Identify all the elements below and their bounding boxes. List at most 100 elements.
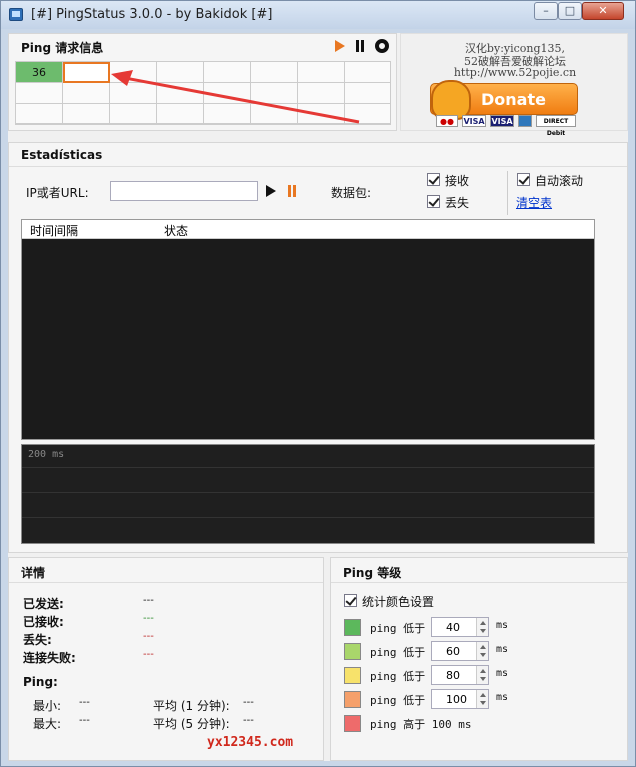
gear-icon[interactable] bbox=[375, 39, 389, 53]
avg5-label: 平均 (5 分钟): bbox=[153, 717, 230, 731]
divider bbox=[9, 582, 323, 583]
divider bbox=[9, 166, 627, 167]
spin-arrows-icon[interactable] bbox=[476, 690, 488, 708]
level-unit: ms bbox=[496, 668, 509, 679]
level-unit: ms bbox=[496, 620, 509, 631]
window-title: [#] PingStatus 3.0.0 - by Bakidok [#] bbox=[31, 7, 273, 22]
ping-cell bbox=[16, 83, 63, 104]
ip-label: IP或者URL: bbox=[26, 186, 89, 200]
column-header-status[interactable]: 状态 bbox=[164, 222, 188, 239]
color-setting-checkbox[interactable] bbox=[344, 594, 357, 607]
min-label: 最小: bbox=[33, 699, 62, 713]
annotation-arrow bbox=[111, 70, 360, 124]
level-color-swatch[interactable] bbox=[344, 667, 361, 684]
received-value: --- bbox=[143, 613, 154, 624]
ping-levels-title: Ping 等级 bbox=[343, 566, 402, 580]
level-threshold-stepper[interactable]: 100 bbox=[431, 689, 489, 709]
level-label: ping 低于 bbox=[370, 694, 426, 707]
level-label: ping 低于 bbox=[370, 622, 426, 635]
receive-label: 接收 bbox=[445, 174, 470, 188]
close-button[interactable]: ✕ bbox=[582, 2, 624, 20]
level-threshold-stepper[interactable]: 80 bbox=[431, 665, 489, 685]
divider bbox=[331, 582, 627, 583]
amex-card-icon bbox=[518, 115, 532, 127]
spin-arrows-icon[interactable] bbox=[476, 618, 488, 636]
direct-debit-card-icon: DIRECT Debit bbox=[536, 115, 576, 137]
level-threshold-value: 80 bbox=[446, 669, 460, 682]
donate-label: Donate bbox=[481, 90, 546, 109]
donate-button[interactable]: Donate bbox=[430, 80, 578, 120]
level-color-swatch[interactable] bbox=[344, 619, 361, 636]
play-icon[interactable] bbox=[335, 40, 345, 52]
ping-cell-current bbox=[63, 62, 110, 83]
level-unit: ms bbox=[496, 692, 509, 703]
level-label: ping 低于 bbox=[370, 646, 426, 659]
sent-label: 已发送: bbox=[23, 597, 64, 611]
divider bbox=[507, 171, 508, 215]
graph-gridline bbox=[22, 467, 594, 468]
credit-url[interactable]: http://www.52pojie.cn bbox=[415, 66, 615, 79]
log-table[interactable]: 时间间隔 状态 bbox=[21, 219, 595, 440]
payment-cards: ●● VISA VISA DIRECT Debit bbox=[436, 115, 576, 137]
level-threshold-value: 60 bbox=[446, 645, 460, 658]
minimize-button[interactable]: – bbox=[534, 2, 558, 20]
lost-checkbox[interactable] bbox=[427, 195, 440, 208]
stats-title: Estadísticas bbox=[21, 148, 103, 162]
level-label: ping 低于 bbox=[370, 670, 426, 683]
spin-arrows-icon[interactable] bbox=[476, 642, 488, 660]
level-color-swatch[interactable] bbox=[344, 691, 361, 708]
level-threshold-value: 100 bbox=[446, 693, 467, 706]
avg1-label: 平均 (1 分钟): bbox=[153, 699, 230, 713]
spin-arrows-icon[interactable] bbox=[476, 666, 488, 684]
max-label: 最大: bbox=[33, 717, 62, 731]
app-icon bbox=[9, 8, 23, 21]
thumbs-up-icon bbox=[431, 80, 471, 120]
failed-value: --- bbox=[143, 649, 154, 660]
level-threshold-value: 40 bbox=[446, 621, 460, 634]
ip-input[interactable] bbox=[110, 181, 258, 201]
ping-info-panel: Ping 请求信息 36 bbox=[8, 33, 397, 131]
pause-ping-icon[interactable] bbox=[287, 185, 297, 197]
title-bar[interactable]: [#] PingStatus 3.0.0 - by Bakidok [#] – … bbox=[1, 1, 635, 29]
maestro-card-icon: ●● bbox=[436, 115, 458, 127]
sent-value: --- bbox=[143, 595, 154, 606]
packets-label: 数据包: bbox=[331, 186, 372, 200]
level-color-swatch-high[interactable] bbox=[344, 715, 361, 732]
log-header: 时间间隔 状态 bbox=[22, 220, 594, 239]
lost-count-label: 丢失: bbox=[23, 633, 52, 647]
watermark: yx12345.com bbox=[207, 735, 294, 750]
level-color-swatch[interactable] bbox=[344, 643, 361, 660]
graph-scale-label: 200 ms bbox=[28, 449, 65, 460]
ping-info-title: Ping 请求信息 bbox=[21, 41, 104, 55]
clear-table-link[interactable]: 清空表 bbox=[516, 194, 552, 211]
level-unit: ms bbox=[496, 644, 509, 655]
app-window: [#] PingStatus 3.0.0 - by Bakidok [#] – … bbox=[0, 0, 636, 767]
level-threshold-stepper[interactable]: 60 bbox=[431, 641, 489, 661]
level-threshold-stepper[interactable]: 40 bbox=[431, 617, 489, 637]
pause-icon[interactable] bbox=[355, 40, 365, 52]
avg5-value: --- bbox=[243, 715, 254, 726]
ping-levels-panel: Ping 等级 统计颜色设置 ping 低于 40 ms ping 低于 60 … bbox=[330, 557, 628, 761]
graph-gridline bbox=[22, 517, 594, 518]
column-header-interval[interactable]: 时间间隔 bbox=[30, 222, 78, 239]
details-title: 详情 bbox=[21, 566, 46, 580]
visa-card-icon: VISA bbox=[490, 115, 514, 127]
details-panel: 详情 已发送: --- 已接收: --- 丢失: --- 连接失败: --- P… bbox=[8, 557, 324, 761]
graph-gridline bbox=[22, 492, 594, 493]
receive-checkbox[interactable] bbox=[427, 173, 440, 186]
ping-graph: 200 ms bbox=[21, 444, 595, 544]
ping-cell: 36 bbox=[16, 62, 63, 83]
maximize-button[interactable]: □ bbox=[558, 2, 582, 20]
ping-cell bbox=[16, 104, 63, 124]
ping-cell bbox=[63, 83, 110, 104]
autoscroll-label: 自动滚动 bbox=[535, 174, 584, 188]
start-ping-icon[interactable] bbox=[266, 185, 276, 197]
color-setting-label: 统计颜色设置 bbox=[362, 595, 435, 609]
level-label-high: ping 高于 100 ms bbox=[370, 718, 472, 731]
lost-count-value: --- bbox=[143, 631, 154, 642]
autoscroll-checkbox[interactable] bbox=[517, 173, 530, 186]
ping-cell bbox=[63, 104, 110, 124]
avg1-value: --- bbox=[243, 697, 254, 708]
min-value: --- bbox=[79, 697, 90, 708]
client-area: Ping 请求信息 36 汉化by:yicong135, 52破解吾爱破解论坛 … bbox=[8, 33, 628, 761]
